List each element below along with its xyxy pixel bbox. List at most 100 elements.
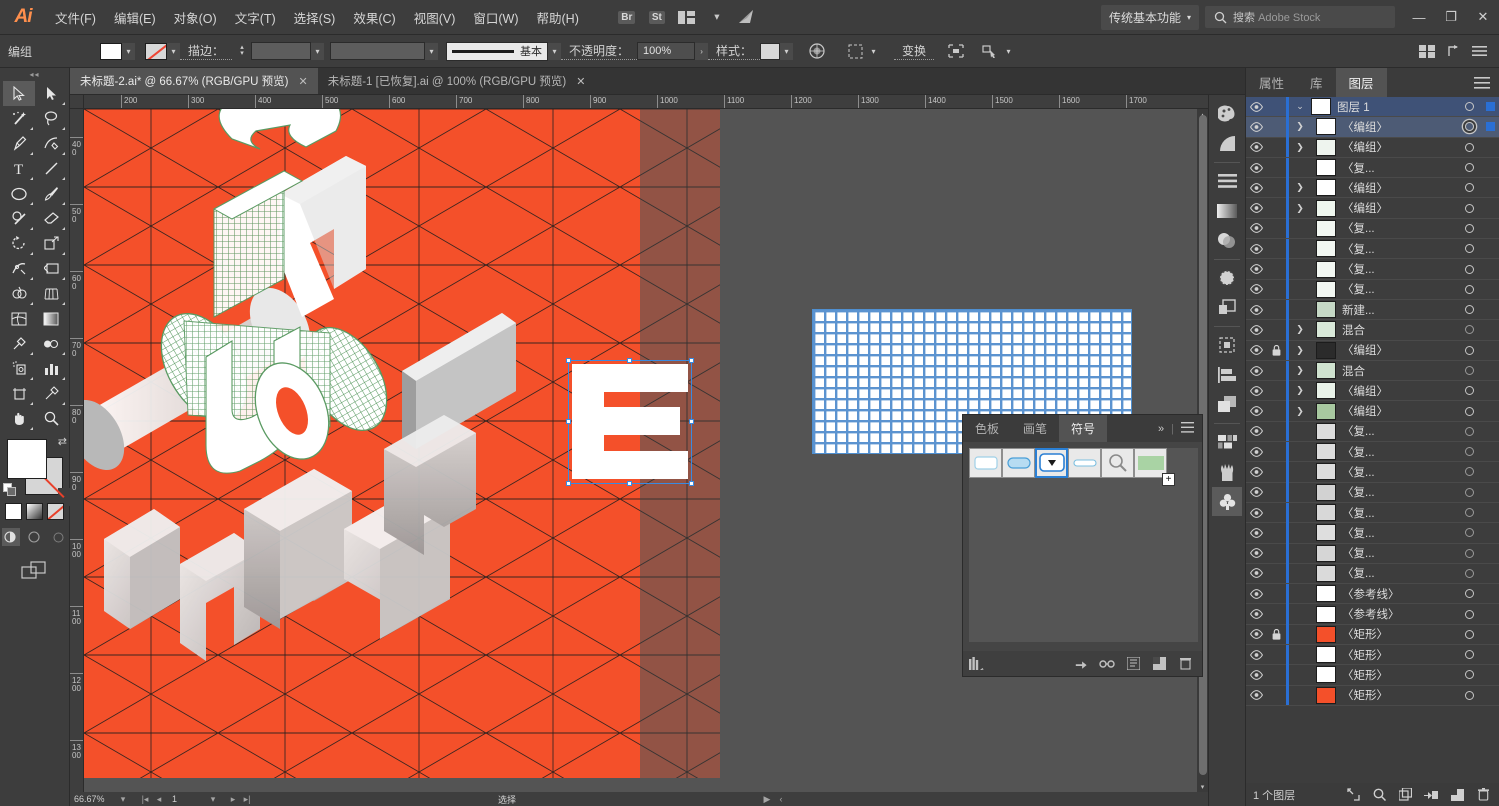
duplicate-layer-icon[interactable] xyxy=(1444,783,1470,806)
menu-edit[interactable]: 编辑(E) xyxy=(105,0,165,35)
eye-icon[interactable] xyxy=(1246,264,1267,274)
layer-name[interactable]: 〈复... xyxy=(1342,241,1458,257)
panel-menu-icon[interactable] xyxy=(1474,68,1499,97)
stock-icon[interactable]: St xyxy=(644,7,670,27)
layer-thumbnail[interactable] xyxy=(1316,260,1336,278)
gradient-button[interactable] xyxy=(26,503,43,520)
symbol-options-icon[interactable] xyxy=(1120,651,1146,676)
next-artboard-icon[interactable]: ▸ xyxy=(226,794,240,805)
chevron-right-icon[interactable]: ❯ xyxy=(1289,142,1311,153)
magic-wand-tool[interactable] xyxy=(3,106,35,131)
tab-properties[interactable]: 属性 xyxy=(1246,68,1297,97)
selection-handle-tc[interactable] xyxy=(627,358,632,363)
eye-icon[interactable] xyxy=(1246,345,1267,356)
brush-definition-dropdown[interactable]: 基本 xyxy=(446,41,549,61)
full-screen-icon[interactable] xyxy=(50,528,68,546)
default-fill-stroke-icon[interactable] xyxy=(3,483,17,497)
target-indicator[interactable] xyxy=(1458,589,1480,599)
fill-stroke-control[interactable]: ⇄ xyxy=(3,436,76,506)
layer-row[interactable]: ❯ 〈编组〉 xyxy=(1246,137,1499,158)
layer-thumbnail[interactable] xyxy=(1316,686,1336,704)
artboard-tool[interactable] xyxy=(3,381,35,406)
layer-name[interactable]: 混合 xyxy=(1342,322,1458,338)
chevron-right-icon[interactable]: ❯ xyxy=(1289,324,1311,335)
target-indicator[interactable] xyxy=(1458,426,1480,436)
workspace-switcher[interactable]: 传统基本功能 ▾ xyxy=(1100,4,1199,30)
eyedropper-tool[interactable] xyxy=(3,331,35,356)
target-indicator[interactable] xyxy=(1458,102,1480,112)
panel-menu-icon[interactable] xyxy=(1181,421,1194,436)
tab-symbols[interactable]: 符号 xyxy=(1059,415,1108,442)
chevron-right-icon[interactable]: ❯ xyxy=(1289,182,1311,193)
eye-icon[interactable] xyxy=(1246,649,1267,660)
paintbrush-tool[interactable] xyxy=(35,181,67,206)
layers-panel[interactable]: 属性 库 图层 ⌄ 图层 1 ❯ 〈编组〉 ❯ 〈编组〉 〈复... ❯ 〈编组〉 ❯ 〈编组〉 〈复… xyxy=(1245,68,1499,806)
illustrator-home-icon[interactable] xyxy=(734,7,760,27)
layer-row[interactable]: 〈参考线〉 xyxy=(1246,583,1499,605)
layer-row[interactable]: 〈复... xyxy=(1246,522,1499,544)
slice-tool[interactable] xyxy=(35,381,67,406)
target-indicator[interactable] xyxy=(1458,406,1480,416)
layer-name[interactable]: 新建... xyxy=(1342,302,1458,318)
chevron-right-icon[interactable]: ❯ xyxy=(1289,385,1311,396)
symbols-panel-icon[interactable] xyxy=(1212,487,1242,516)
layer-row[interactable]: 〈矩形〉 xyxy=(1246,664,1499,686)
layer-name[interactable]: 〈参考线〉 xyxy=(1342,606,1458,622)
layer-name[interactable]: 〈编组〉 xyxy=(1342,119,1458,135)
target-indicator[interactable] xyxy=(1458,650,1480,660)
layer-row[interactable]: 〈复... xyxy=(1246,421,1499,443)
artboard[interactable] xyxy=(84,109,720,778)
width-tool[interactable] xyxy=(3,256,35,281)
last-artboard-icon[interactable]: ▸| xyxy=(240,794,254,805)
target-indicator[interactable] xyxy=(1458,467,1480,477)
stock-search-field[interactable]: 搜索 Adobe Stock xyxy=(1205,6,1395,28)
chevron-right-icon[interactable]: ❯ xyxy=(1289,365,1311,376)
curvature-tool[interactable] xyxy=(35,131,67,156)
layer-row[interactable]: 〈复... xyxy=(1246,563,1499,585)
direct-selection-tool[interactable] xyxy=(35,81,67,106)
layer-row[interactable]: ❯ 〈编组〉 xyxy=(1246,198,1499,219)
opacity-field[interactable]: 100% xyxy=(637,42,696,60)
layer-thumbnail[interactable] xyxy=(1316,382,1336,400)
layer-name[interactable]: 〈编组〉 xyxy=(1342,403,1458,419)
eye-icon[interactable] xyxy=(1246,365,1267,376)
prev-artboard-icon[interactable]: ◂ xyxy=(152,794,166,805)
artboard-chevron-down-icon[interactable]: ▾ xyxy=(206,794,220,805)
target-indicator[interactable] xyxy=(1458,508,1480,518)
select-similar-icon[interactable] xyxy=(978,39,1002,63)
layer-row[interactable]: 〈复... xyxy=(1246,157,1499,179)
target-indicator[interactable] xyxy=(1458,447,1480,457)
delete-layer-icon[interactable] xyxy=(1470,783,1496,806)
target-indicator[interactable] xyxy=(1458,203,1480,213)
layer-row[interactable]: ❯ 〈编组〉 xyxy=(1246,380,1499,402)
style-chevron-down-icon[interactable]: ▾ xyxy=(780,42,794,60)
panels-icon[interactable] xyxy=(1415,39,1439,63)
eye-icon[interactable] xyxy=(1246,609,1267,619)
tab-layers[interactable]: 图层 xyxy=(1335,68,1387,97)
layer-name[interactable]: 〈复... xyxy=(1342,160,1458,176)
horizontal-ruler[interactable]: 200 300 400 500 600 700 800 900 1000 110… xyxy=(70,95,1208,109)
menu-object[interactable]: 对象(O) xyxy=(165,0,226,35)
fill-swatch-chevron-down-icon[interactable]: ▾ xyxy=(122,42,135,60)
symbol-sprayer-tool[interactable] xyxy=(3,356,35,381)
arrange-icon[interactable] xyxy=(1441,39,1465,63)
transparency-panel-icon[interactable] xyxy=(1212,226,1242,255)
ellipse-tool[interactable] xyxy=(3,181,35,206)
layer-row[interactable]: ❯ 〈编组〉 xyxy=(1246,116,1499,138)
layer-row[interactable]: 〈复... xyxy=(1246,279,1499,300)
eye-icon[interactable] xyxy=(1246,203,1267,214)
perspective-grid-tool[interactable] xyxy=(35,281,67,306)
layer-row[interactable]: 〈复... xyxy=(1246,462,1499,483)
normal-screen-mode-icon[interactable] xyxy=(1,528,20,546)
symbols-grid[interactable]: + xyxy=(969,448,1198,642)
pathfinder-panel-icon[interactable] xyxy=(1212,293,1242,322)
selection-indicator[interactable] xyxy=(1480,122,1499,132)
layer-name[interactable]: 〈复... xyxy=(1342,505,1458,521)
column-graph-tool[interactable] xyxy=(35,356,67,381)
chevron-down-icon[interactable]: ▾ xyxy=(704,7,730,27)
align-panel-icon[interactable] xyxy=(1212,166,1242,195)
layer-row[interactable]: ❯ 〈编组〉 xyxy=(1246,177,1499,199)
ruler-corner[interactable] xyxy=(70,95,84,109)
layer-name[interactable]: 〈复... xyxy=(1342,525,1458,541)
pen-tool[interactable] xyxy=(3,131,35,156)
